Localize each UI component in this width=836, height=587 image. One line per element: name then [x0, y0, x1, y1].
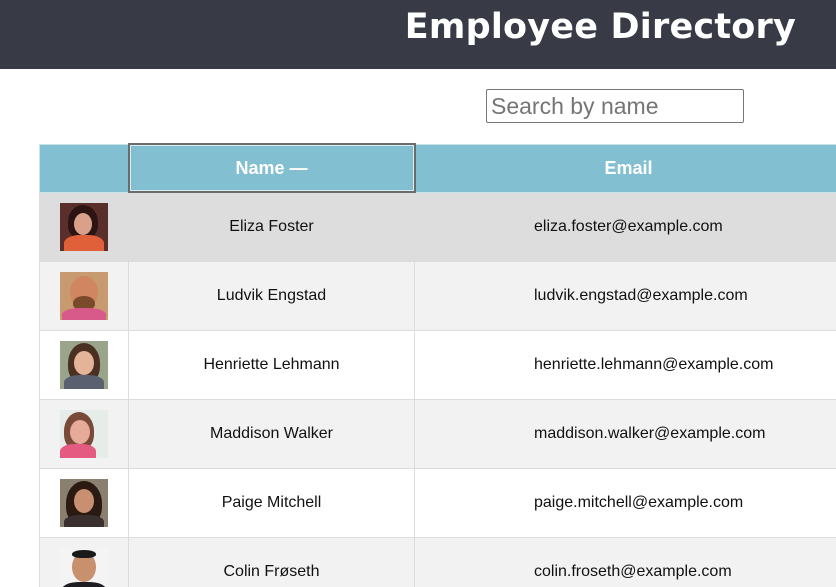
- employee-table: Name — Email Eliza Foster eliza.foster@e…: [39, 143, 836, 587]
- table-row[interactable]: Maddison Walker maddison.walker@example.…: [39, 399, 836, 469]
- employee-table-container: Name — Email Eliza Foster eliza.foster@e…: [39, 143, 836, 587]
- avatar-cell: [39, 330, 129, 400]
- avatar-cell: [39, 468, 129, 538]
- avatar-cell: [39, 261, 129, 331]
- email-cell: henriette.lehmann@example.com: [414, 330, 836, 400]
- avatar: [60, 272, 108, 320]
- table-row[interactable]: Eliza Foster eliza.foster@example.com: [39, 191, 836, 262]
- table-header-row: Name — Email: [39, 143, 836, 193]
- email-cell: eliza.foster@example.com: [414, 191, 836, 262]
- email-cell: ludvik.engstad@example.com: [414, 261, 836, 331]
- name-cell: Colin Frøseth: [128, 537, 415, 587]
- table-row[interactable]: Colin Frøseth colin.froseth@example.com: [39, 537, 836, 587]
- name-cell: Ludvik Engstad: [128, 261, 415, 331]
- table-row[interactable]: Henriette Lehmann henriette.lehmann@exam…: [39, 330, 836, 400]
- avatar: [60, 479, 108, 527]
- avatar: [60, 548, 108, 587]
- column-header-name[interactable]: Name —: [127, 143, 416, 193]
- avatar: [60, 202, 108, 251]
- name-cell: Paige Mitchell: [128, 468, 415, 538]
- top-bar: Employee Directory: [0, 0, 836, 69]
- name-cell: Eliza Foster: [128, 191, 415, 262]
- avatar-cell: [39, 191, 129, 262]
- column-header-image: [39, 143, 129, 193]
- email-cell: paige.mitchell@example.com: [414, 468, 836, 538]
- avatar: [60, 341, 108, 389]
- email-cell: maddison.walker@example.com: [414, 399, 836, 469]
- avatar-cell: [39, 537, 129, 587]
- name-cell: Maddison Walker: [128, 399, 415, 469]
- avatar-cell: [39, 399, 129, 469]
- column-header-email[interactable]: Email: [414, 143, 836, 193]
- email-cell: colin.froseth@example.com: [414, 537, 836, 587]
- search-input[interactable]: [486, 89, 744, 123]
- avatar: [60, 410, 108, 458]
- table-row[interactable]: Paige Mitchell paige.mitchell@example.co…: [39, 468, 836, 538]
- page-title: Employee Directory: [404, 7, 796, 47]
- table-row[interactable]: Ludvik Engstad ludvik.engstad@example.co…: [39, 261, 836, 331]
- name-cell: Henriette Lehmann: [128, 330, 415, 400]
